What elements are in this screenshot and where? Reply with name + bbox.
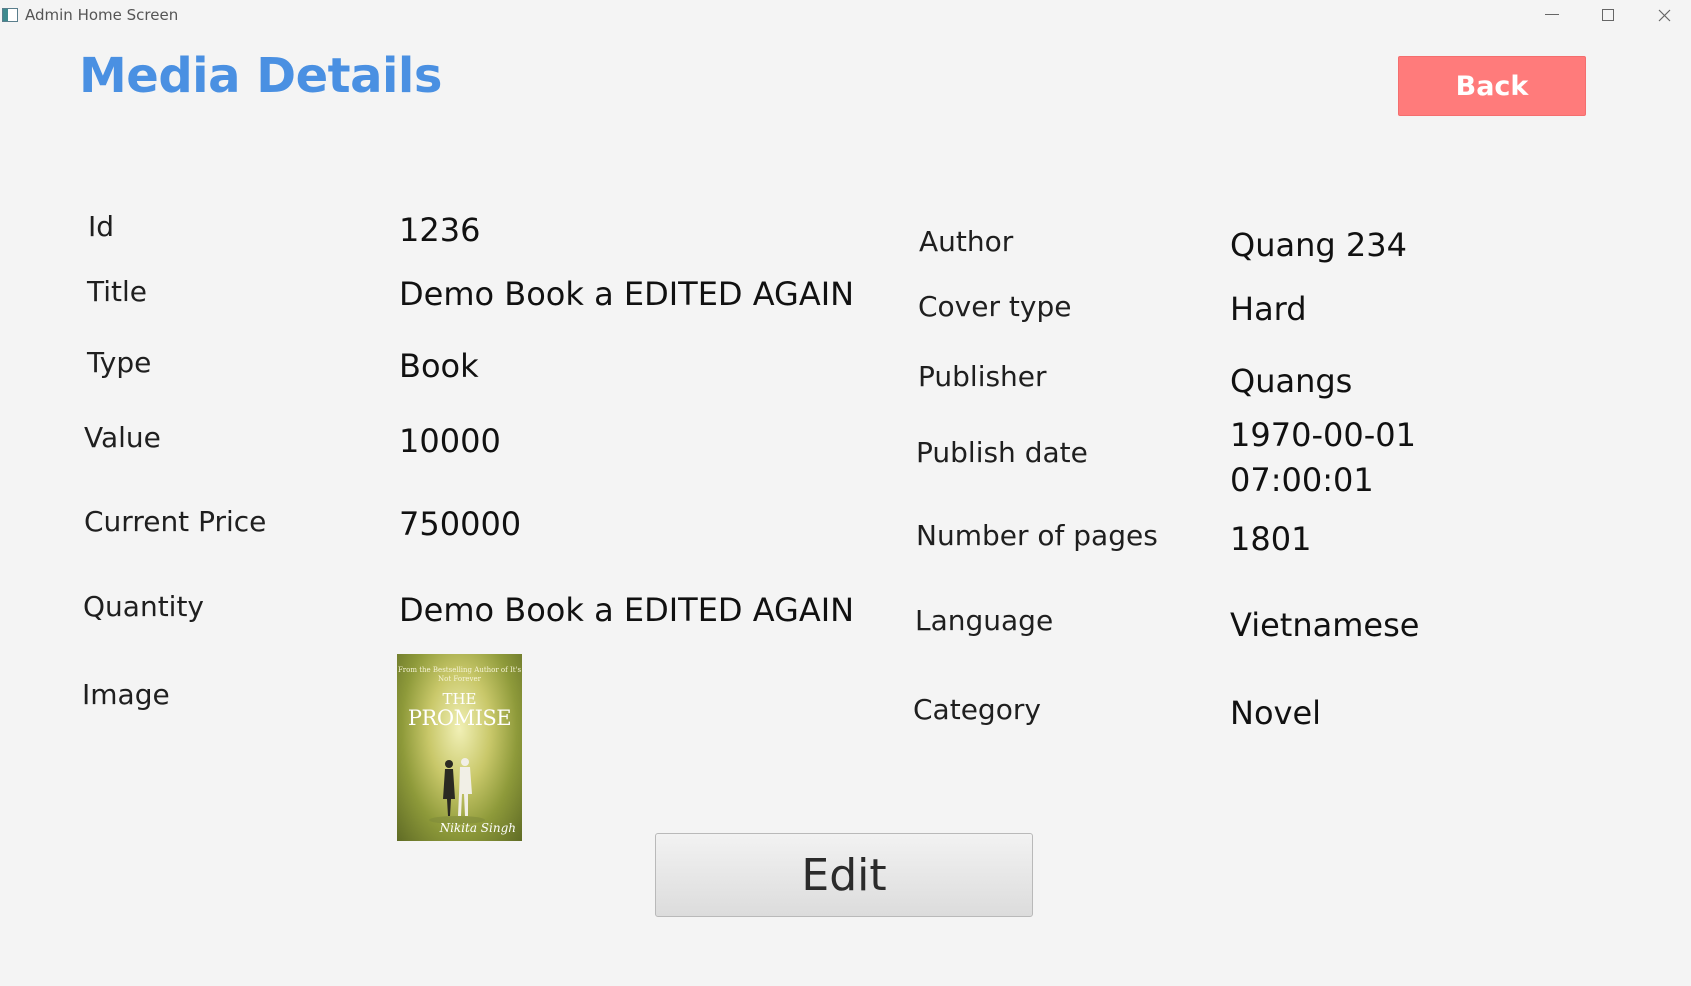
window-title-bar: Admin Home Screen [0, 0, 1691, 32]
label-value: Value [84, 421, 161, 454]
value-number-of-pages: 1801 [1230, 520, 1312, 558]
value-value: 10000 [399, 422, 501, 460]
label-title: Title [87, 275, 148, 308]
value-category: Novel [1230, 694, 1322, 732]
app-icon [2, 8, 18, 22]
value-cover-type: Hard [1230, 290, 1307, 328]
value-author: Quang 234 [1230, 226, 1407, 264]
label-cover-type: Cover type [918, 290, 1072, 323]
edit-button[interactable]: Edit [655, 833, 1033, 917]
cover-title: PROMISE [407, 706, 512, 730]
label-type: Type [87, 346, 152, 379]
value-id: 1236 [399, 211, 481, 249]
page-title: Media Details [79, 48, 442, 104]
label-publish-date: Publish date [916, 436, 1088, 469]
label-id: Id [88, 210, 115, 243]
cover-author: Nikita Singh [439, 821, 516, 835]
value-type: Book [399, 347, 479, 385]
value-current-price: 750000 [399, 505, 522, 543]
back-button[interactable]: Back [1398, 56, 1586, 116]
cover-image: From the Bestselling Author of It's Not … [397, 654, 522, 841]
window-title: Admin Home Screen [25, 6, 179, 24]
value-publisher: Quangs [1230, 362, 1353, 400]
label-number-of-pages: Number of pages [916, 519, 1158, 552]
label-quantity: Quantity [83, 590, 204, 623]
minimize-icon[interactable] [1524, 0, 1580, 30]
label-image: Image [82, 678, 170, 711]
value-language: Vietnamese [1230, 606, 1420, 644]
cover-tagline: From the Bestselling Author of It's Not … [397, 666, 522, 683]
label-author: Author [919, 225, 1014, 258]
close-icon[interactable] [1636, 0, 1691, 30]
value-publish-date: 1970-00-01 07:00:01 [1230, 416, 1416, 499]
label-language: Language [915, 604, 1054, 637]
label-publisher: Publisher [918, 360, 1047, 393]
value-title: Demo Book a EDITED AGAIN [399, 275, 855, 313]
maximize-icon[interactable] [1580, 0, 1636, 30]
cover-figures-illustration [429, 758, 485, 824]
label-current-price: Current Price [84, 505, 267, 538]
label-category: Category [913, 693, 1041, 726]
value-quantity: Demo Book a EDITED AGAIN [399, 591, 855, 629]
